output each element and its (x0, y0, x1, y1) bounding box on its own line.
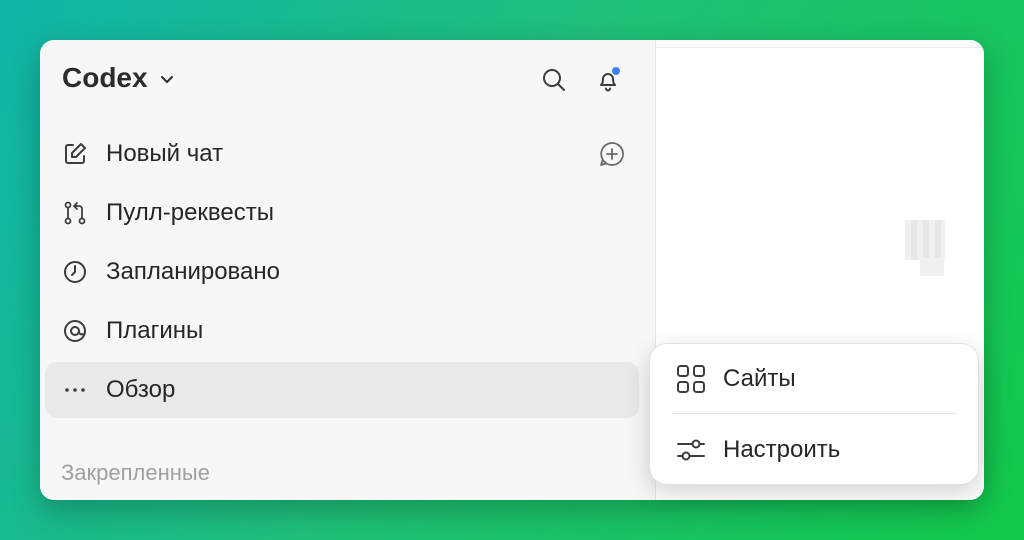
plugin-icon (62, 318, 88, 344)
menu-item-label: Сайты (723, 365, 796, 392)
clock-icon (62, 259, 88, 285)
notification-dot (612, 67, 620, 75)
menu-item-label: Настроить (723, 436, 841, 463)
menu-item-customize[interactable]: Настроить (650, 419, 980, 481)
pull-request-icon (62, 200, 88, 226)
apps-grid-icon (674, 362, 708, 396)
sidebar-item-overview[interactable]: Обзор (45, 362, 639, 418)
sidebar-item-scheduled[interactable]: Запланировано (45, 244, 639, 300)
sidebar: Codex Новый чат Пулл-реквесты Запланиров… (40, 40, 655, 500)
sidebar-item-label: Пулл-реквесты (106, 199, 274, 226)
menu-divider (672, 413, 956, 414)
search-icon (543, 69, 565, 91)
sliders-icon (674, 433, 708, 467)
search-button[interactable] (538, 64, 570, 96)
sidebar-item-new-chat[interactable]: Новый чат (45, 126, 639, 182)
chat-plus-icon (600, 142, 624, 166)
new-chat-button[interactable] (597, 139, 627, 169)
sidebar-item-pull-requests[interactable]: Пулл-реквесты (45, 185, 639, 241)
sidebar-item-label: Новый чат (106, 140, 224, 167)
sidebar-item-label: Плагины (106, 317, 204, 344)
main-toolbar (656, 40, 984, 48)
blurred-content (920, 258, 944, 276)
menu-item-sites[interactable]: Сайты (650, 348, 980, 410)
notifications-button[interactable] (592, 64, 624, 96)
more-icon (62, 377, 88, 403)
sidebar-item-label: Запланировано (106, 258, 280, 285)
bell-icon (600, 67, 620, 92)
app-title: Codex (62, 62, 148, 93)
overview-popover-menu: Сайты Настроить (649, 343, 979, 485)
workspace-switcher[interactable]: Codex (62, 62, 176, 94)
edit-icon (62, 141, 88, 167)
blurred-content (905, 220, 945, 260)
sidebar-item-plugins[interactable]: Плагины (45, 303, 639, 359)
sidebar-item-label: Обзор (106, 376, 176, 403)
pinned-section-title: Закрепленные (61, 460, 210, 485)
chevron-down-icon (160, 76, 173, 83)
